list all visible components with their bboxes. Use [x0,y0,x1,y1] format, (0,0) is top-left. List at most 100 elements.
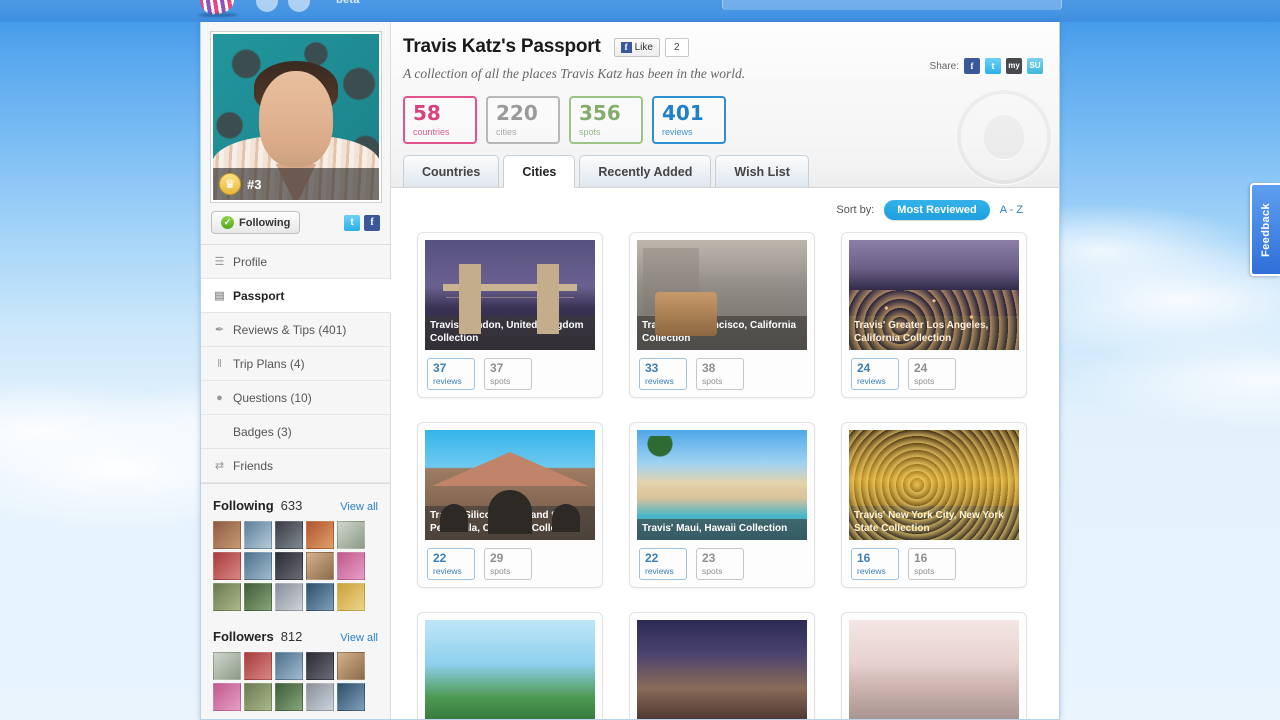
person-thumbnail[interactable] [337,521,365,549]
avatar-photo: ♛ #3 [213,34,379,200]
card-reviews-value: 16 [857,552,898,564]
pen-icon: ✒ [213,323,226,336]
card-photo[interactable]: Travis' Maui, Hawaii Collection [637,430,807,540]
person-thumbnail[interactable] [244,521,272,549]
card-reviews-stat: 22reviews [639,548,687,580]
person-thumbnail[interactable] [275,552,303,580]
person-thumbnail[interactable] [213,521,241,549]
person-thumbnail[interactable] [244,652,272,680]
card-photo[interactable]: Travis' Greater Los Angeles, California … [849,240,1019,350]
person-thumbnail[interactable] [275,521,303,549]
person-thumbnail[interactable] [244,552,272,580]
city-collection-card[interactable]: Travis' London, United Kingdom Collectio… [417,232,603,398]
feedback-tab[interactable]: Feedback [1250,183,1280,276]
following-view-all-link[interactable]: View all [340,501,378,513]
person-thumbnail[interactable] [244,683,272,711]
following-button[interactable]: ✓ Following [211,211,300,234]
card-reviews-stat: 22reviews [427,548,475,580]
person-thumbnail[interactable] [306,683,334,711]
sidebar-item-friends[interactable]: ⇄ Friends [201,449,390,483]
stumbleupon-share-icon[interactable]: SU [1027,58,1043,74]
person-thumbnail[interactable] [244,583,272,611]
stat-countries[interactable]: 58 countries [403,96,477,144]
sidebar-item-profile[interactable]: ☰ Profile [201,245,390,279]
card-reviews-label: reviews [433,376,474,386]
person-thumbnail[interactable] [337,552,365,580]
card-stats: 37reviews37spots [425,358,595,390]
city-collection-card[interactable] [841,612,1027,719]
city-collection-card[interactable] [417,612,603,719]
card-reviews-value: 33 [645,362,686,374]
card-spots-label: spots [702,376,743,386]
card-stats: 22reviews 29 spots [425,548,595,580]
city-collection-card[interactable]: Travis' New York City, New York State Co… [841,422,1027,588]
followers-view-all-link[interactable]: View all [340,632,378,644]
nav-button-2[interactable] [288,0,310,12]
city-collection-card[interactable]: Travis' Greater Los Angeles, California … [841,232,1027,398]
sidebar-item-trip-plans[interactable]: ‖ Trip Plans (4) [201,347,390,381]
city-collection-card[interactable]: Travis' Maui, Hawaii Collection 22reviews… [629,422,815,588]
sidebar-item-questions[interactable]: ● Questions (10) [201,381,390,415]
card-photo[interactable]: Travis' London, United Kingdom Collectio… [425,240,595,350]
person-thumbnail[interactable] [275,583,303,611]
stat-value: 220 [496,103,558,123]
nav-button-1[interactable] [256,0,278,12]
person-thumbnail[interactable] [337,583,365,611]
twitter-share-icon[interactable]: t [985,58,1001,74]
card-spots-value: 29 [490,552,531,564]
stat-reviews[interactable]: 401 reviews [652,96,726,144]
card-photo[interactable]: Travis' Silicon Valley and the Peninsula… [425,430,595,540]
tab-wish-list[interactable]: Wish List [715,155,808,188]
person-thumbnail[interactable] [306,521,334,549]
card-photo[interactable] [637,620,807,719]
person-thumbnail[interactable] [337,652,365,680]
person-thumbnail[interactable] [275,683,303,711]
global-search-input[interactable] [722,0,1062,10]
card-spots-label: spots [490,566,531,576]
avatar[interactable]: ♛ #3 [210,31,382,203]
person-thumbnail[interactable] [337,683,365,711]
person-thumbnail[interactable] [306,552,334,580]
facebook-share-icon[interactable]: f [964,58,980,74]
card-title: Travis' New York City, New York State Co… [849,506,1019,540]
card-spots-stat: 23spots [696,548,744,580]
person-thumbnail[interactable] [213,652,241,680]
like-button-label: Like [635,42,653,53]
sidebar-item-passport[interactable]: ▤ Passport [201,279,391,313]
tab-recently-added[interactable]: Recently Added [579,155,711,188]
person-thumbnail[interactable] [213,683,241,711]
city-collection-grid: Travis' London, United Kingdom Collectio… [391,232,1059,719]
card-reviews-label: reviews [645,376,686,386]
city-collection-scroll-area[interactable]: Travis' London, United Kingdom Collectio… [391,220,1059,719]
card-stats: 33reviews38spots [637,358,807,390]
person-thumbnail[interactable] [275,652,303,680]
facebook-icon[interactable]: f [364,215,380,231]
sidebar-nav: ☰ Profile ▤ Passport ✒ Reviews & Tips (4… [201,245,390,484]
twitter-icon[interactable]: t [344,215,360,231]
myspace-share-icon[interactable]: my [1006,58,1022,74]
feedback-label: Feedback [1260,203,1272,257]
facebook-like-button[interactable]: f Like [614,38,660,57]
card-photo[interactable] [425,620,595,719]
city-collection-card[interactable] [629,612,815,719]
tab-cities[interactable]: Cities [503,155,575,188]
card-photo[interactable] [849,620,1019,719]
city-collection-card[interactable]: Travis' San Francisco, California Collec… [629,232,815,398]
sidebar-item-reviews-tips[interactable]: ✒ Reviews & Tips (401) [201,313,390,347]
card-photo[interactable]: Travis' San Francisco, California Collec… [637,240,807,350]
city-collection-card[interactable]: Travis' Silicon Valley and the Peninsula… [417,422,603,588]
card-stats: 24reviews24spots [849,358,1019,390]
card-spots-label: spots [914,566,955,576]
stat-spots[interactable]: 356 spots [569,96,643,144]
sort-option-alphabetical[interactable]: A - Z [1000,204,1023,216]
person-thumbnail[interactable] [306,583,334,611]
person-thumbnail[interactable] [213,583,241,611]
card-photo[interactable]: Travis' New York City, New York State Co… [849,430,1019,540]
person-thumbnail[interactable] [213,552,241,580]
person-thumbnail[interactable] [306,652,334,680]
sidebar-item-badges[interactable]: Badges (3) [201,415,390,449]
stat-cities[interactable]: 220 cities [486,96,560,144]
tab-countries[interactable]: Countries [403,155,499,188]
sort-bar: Sort by: Most Reviewed A - Z [391,188,1059,220]
sort-option-most-reviewed[interactable]: Most Reviewed [884,200,989,220]
